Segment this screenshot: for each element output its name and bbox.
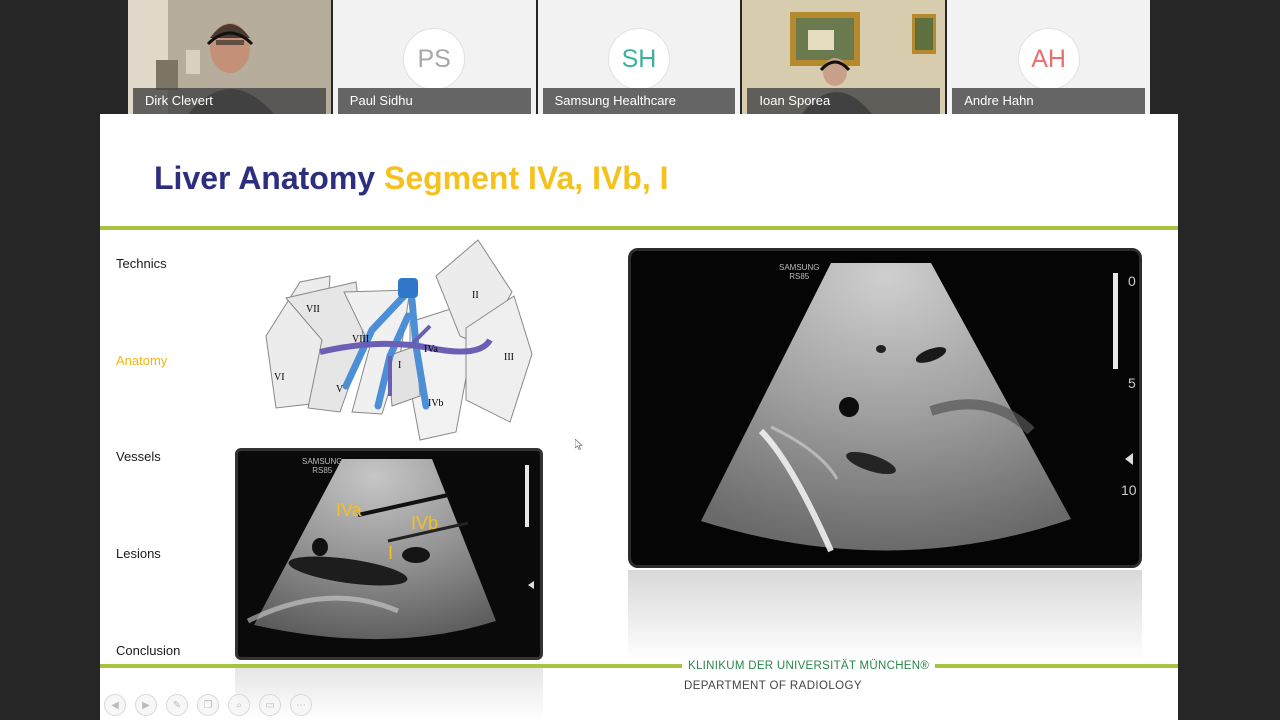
segment-label: II bbox=[472, 290, 479, 301]
participant-name: Dirk Clevert bbox=[133, 88, 326, 114]
ultrasound-model: RS85 bbox=[789, 272, 810, 281]
participant-name: Samsung Healthcare bbox=[542, 88, 736, 114]
slide-title-main: Liver Anatomy bbox=[154, 160, 376, 196]
meeting-window: Dirk Clevert PS Paul Sidhu SH Samsung He… bbox=[0, 0, 1280, 720]
segment-label: IVb bbox=[428, 398, 444, 409]
nav-vessels[interactable]: Vessels bbox=[116, 449, 161, 464]
ultrasound-scan bbox=[701, 263, 1133, 553]
segment-label-iva: IVa bbox=[336, 500, 362, 520]
more-icon[interactable]: ⋯ bbox=[290, 694, 312, 716]
back-icon[interactable]: ◀ bbox=[104, 694, 126, 716]
zoom-icon[interactable]: ⌕ bbox=[228, 694, 250, 716]
ultrasound-brand: SAMSUNG RS85 bbox=[302, 457, 342, 475]
ultrasound-image-small: SAMSUNG RS85 IVa IVb I bbox=[235, 448, 543, 660]
footer-institution: KLINIKUM DER UNIVERSITÄT MÜNCHEN® bbox=[682, 660, 936, 672]
nav-technics[interactable]: Technics bbox=[116, 256, 167, 271]
mouse-cursor-icon bbox=[575, 439, 583, 450]
segment-label: VIII bbox=[352, 334, 369, 345]
copy-icon[interactable]: ❐ bbox=[197, 694, 219, 716]
ultrasound-brand: SAMSUNG RS85 bbox=[779, 263, 819, 281]
nav-anatomy[interactable]: Anatomy bbox=[116, 353, 167, 368]
participant-name: Ioan Sporea bbox=[747, 88, 941, 114]
slide-title-segment: Segment IVa, IVb, I bbox=[383, 160, 669, 196]
footer-department: DEPARTMENT OF RADIOLOGY bbox=[684, 680, 862, 692]
footer-divider bbox=[100, 664, 1178, 668]
title-divider bbox=[100, 226, 1178, 230]
participant-tile-paul-sidhu[interactable]: PS Paul Sidhu bbox=[332, 0, 536, 114]
depth-scale-label: 10 bbox=[1121, 482, 1137, 498]
depth-scale-label: 5 bbox=[1128, 375, 1136, 391]
nav-lesions[interactable]: Lesions bbox=[116, 546, 161, 561]
participant-tile-ioan-sporea[interactable]: Ioan Sporea bbox=[742, 0, 946, 114]
segment-label: VI bbox=[274, 372, 285, 383]
forward-icon[interactable]: ▶ bbox=[135, 694, 157, 716]
ultrasound-brand-name: SAMSUNG bbox=[302, 457, 343, 466]
segment-label-ivb: IVb bbox=[411, 513, 439, 533]
participant-tile-dirk-clevert[interactable]: Dirk Clevert bbox=[128, 0, 331, 114]
presentation-controls: ◀ ▶ ✎ ❐ ⌕ ▭ ⋯ bbox=[104, 694, 312, 716]
liver-anatomy-illustration: VII VIII II IVa III I VI V IVb bbox=[265, 239, 533, 441]
segment-label: III bbox=[504, 352, 514, 363]
ultrasound-brand-name: SAMSUNG bbox=[779, 263, 820, 272]
screen-icon[interactable]: ▭ bbox=[259, 694, 281, 716]
segment-label: I bbox=[398, 360, 401, 371]
avatar: SH bbox=[607, 28, 670, 90]
nav-conclusion[interactable]: Conclusion bbox=[116, 643, 180, 658]
segment-label-i: I bbox=[388, 543, 394, 563]
participant-tile-samsung-healthcare[interactable]: SH Samsung Healthcare bbox=[537, 0, 741, 114]
participant-strip: Dirk Clevert PS Paul Sidhu SH Samsung He… bbox=[128, 0, 1150, 114]
participant-tile-andre-hahn[interactable]: AH Andre Hahn bbox=[947, 0, 1150, 114]
segment-label: V bbox=[336, 384, 344, 395]
ultrasound-model: RS85 bbox=[312, 466, 333, 475]
participant-name: Andre Hahn bbox=[952, 88, 1145, 114]
ultrasound-large-reflection bbox=[628, 570, 1142, 662]
ultrasound-image-large: SAMSUNG RS85 0 5 10 bbox=[628, 248, 1142, 568]
participant-name: Paul Sidhu bbox=[337, 88, 531, 114]
segment-label: VII bbox=[306, 304, 320, 315]
shared-slide: Liver Anatomy Segment IVa, IVb, I Techni… bbox=[100, 114, 1178, 720]
pen-icon[interactable]: ✎ bbox=[166, 694, 188, 716]
avatar: PS bbox=[403, 28, 466, 90]
avatar: AH bbox=[1017, 28, 1080, 90]
depth-scale-label: 0 bbox=[1128, 273, 1136, 289]
slide-title: Liver Anatomy Segment IVa, IVb, I bbox=[154, 160, 669, 197]
segment-label: IVa bbox=[424, 344, 438, 355]
